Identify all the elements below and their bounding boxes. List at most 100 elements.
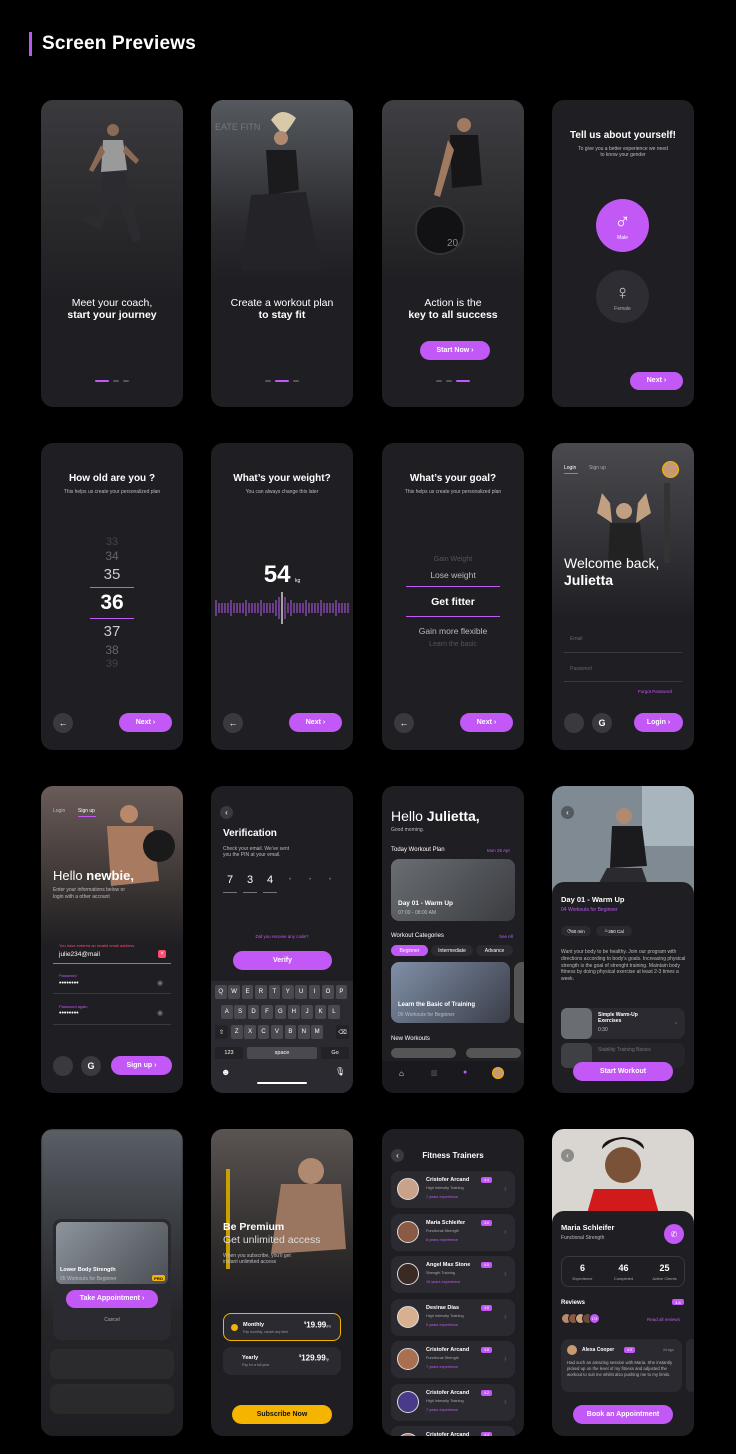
back-button[interactable]: ‹: [561, 1149, 574, 1162]
key-d[interactable]: D: [247, 1005, 260, 1019]
trainer-card[interactable]: Cristofer Arcand 4.2 High Intensity Traini…: [391, 1383, 515, 1421]
tab-beginner[interactable]: Beginner: [391, 945, 428, 956]
login-button[interactable]: Login ›: [634, 713, 683, 732]
key-g[interactable]: G: [274, 1005, 287, 1019]
key-m[interactable]: M: [311, 1025, 323, 1039]
avatar[interactable]: [662, 461, 679, 478]
next-button[interactable]: Next ›: [460, 713, 513, 732]
start-workout-button[interactable]: Start Workout: [573, 1062, 673, 1081]
google-login-button[interactable]: G: [592, 713, 612, 733]
subscribe-button[interactable]: Subscribe Now: [232, 1405, 332, 1424]
eye-icon[interactable]: ◉: [157, 979, 163, 987]
apple-login-button[interactable]: [564, 713, 584, 733]
trainer-card[interactable]: Maria Schleifer 4.6 Functional Strength 6 y…: [391, 1213, 515, 1251]
key-r[interactable]: R: [255, 985, 267, 999]
password-field[interactable]: Password: [570, 666, 592, 672]
back-button[interactable]: ←: [53, 713, 73, 733]
key-v[interactable]: V: [271, 1025, 283, 1039]
key-x[interactable]: X: [244, 1025, 256, 1039]
key-j[interactable]: J: [301, 1005, 313, 1019]
key-p[interactable]: P: [335, 985, 348, 999]
key-space[interactable]: space: [247, 1047, 317, 1059]
next-button[interactable]: Next ›: [119, 713, 172, 732]
forgot-password-link[interactable]: Forgot Password: [638, 689, 672, 694]
profile-avatar[interactable]: [492, 1067, 504, 1079]
pin-digit[interactable]: 3: [243, 874, 257, 886]
password-again-input[interactable]: ••••••••: [59, 1010, 79, 1017]
backspace-key-icon[interactable]: ⌫: [336, 1025, 349, 1039]
next-button[interactable]: Next ›: [289, 713, 342, 732]
workout-card[interactable]: Lower Body Strength 05 Workouts for Begi…: [56, 1222, 168, 1284]
trainer-card[interactable]: Desirae Dias 4.8 High Intensity Training 5 …: [391, 1298, 515, 1336]
tab-signup[interactable]: Sign up: [78, 808, 95, 814]
email-input[interactable]: julie234@mail: [59, 951, 100, 958]
read-all-reviews-link[interactable]: Read all reviews: [647, 1317, 680, 1322]
back-button[interactable]: ‹: [220, 806, 233, 819]
category-card[interactable]: Learn the Basic of Training 06 Workouts …: [391, 962, 510, 1023]
pin-digit[interactable]: •: [283, 877, 297, 883]
male-option[interactable]: ♂ Male: [596, 199, 649, 252]
pin-input[interactable]: 7 3 4 • • •: [223, 874, 343, 894]
age-option[interactable]: 39: [41, 658, 183, 670]
tab-login[interactable]: Login: [564, 465, 576, 471]
goal-option[interactable]: Learn the basic: [382, 641, 524, 648]
back-button[interactable]: ←: [223, 713, 243, 733]
microphone-icon[interactable]: 🎙: [335, 1067, 345, 1076]
goal-selected[interactable]: Get fitter: [382, 596, 524, 608]
pin-digit[interactable]: 4: [263, 874, 277, 886]
key-a[interactable]: A: [221, 1005, 233, 1019]
age-option[interactable]: 37: [41, 623, 183, 640]
signup-button[interactable]: Sign up ›: [111, 1056, 172, 1075]
trainer-card[interactable]: Cristofer Arcand 4.8 Functional Strength 7 …: [391, 1341, 515, 1378]
email-field[interactable]: Email: [570, 636, 583, 642]
tab-signup[interactable]: Sign up: [589, 465, 606, 471]
key-numbers[interactable]: 123: [215, 1047, 243, 1059]
goal-option[interactable]: Gain Weight: [382, 556, 524, 563]
eye-icon[interactable]: ◉: [157, 1009, 163, 1017]
key-n[interactable]: N: [298, 1025, 310, 1039]
stats-icon[interactable]: ▥: [431, 1069, 438, 1077]
key-go[interactable]: Go: [321, 1047, 349, 1059]
tab-login[interactable]: Login: [53, 808, 65, 814]
goal-option[interactable]: Lose weight: [382, 570, 524, 580]
key-o[interactable]: O: [322, 985, 334, 999]
key-q[interactable]: Q: [215, 985, 227, 999]
call-button[interactable]: ✆: [664, 1224, 684, 1244]
radio-selected[interactable]: [231, 1324, 238, 1331]
goal-option[interactable]: Gain more flexible: [382, 626, 524, 636]
age-selected[interactable]: 36: [41, 591, 183, 615]
next-button[interactable]: Next ›: [630, 372, 683, 390]
plan-option-monthly[interactable]: Monthly Pay monthly, cancel any time $19…: [223, 1313, 341, 1341]
trainer-card[interactable]: Angel Max Stone 4.5 Strength Training 10 ye…: [391, 1256, 515, 1293]
back-button[interactable]: ‹: [561, 806, 574, 819]
weight-ruler-slider[interactable]: [215, 590, 349, 626]
age-option[interactable]: 38: [41, 643, 183, 657]
age-option[interactable]: 33: [41, 536, 183, 548]
clear-error-icon[interactable]: ×: [158, 950, 166, 958]
back-button[interactable]: ←: [394, 713, 414, 733]
key-k[interactable]: K: [314, 1005, 327, 1019]
key-y[interactable]: Y: [282, 985, 294, 999]
key-l[interactable]: L: [328, 1005, 340, 1019]
age-option[interactable]: 34: [41, 549, 183, 563]
shift-key-icon[interactable]: ⇧: [215, 1025, 228, 1039]
pin-digit[interactable]: •: [323, 877, 337, 883]
age-option[interactable]: 35: [41, 566, 183, 583]
home-icon[interactable]: ⌂: [399, 1069, 404, 1078]
tab-advance[interactable]: Advance: [476, 945, 513, 956]
workout-plan-card[interactable]: Day 01 - Warm Up 07:00 - 08:00 AM: [391, 859, 515, 921]
password-input[interactable]: ••••••••: [59, 980, 79, 987]
category-card-next[interactable]: [514, 962, 524, 1023]
trainer-icon[interactable]: ●: [463, 1069, 467, 1076]
apple-login-button[interactable]: [53, 1056, 73, 1076]
key-f[interactable]: F: [261, 1005, 273, 1019]
key-u[interactable]: U: [295, 985, 307, 999]
emoji-icon[interactable]: ☻: [221, 1067, 230, 1077]
key-z[interactable]: Z: [231, 1025, 243, 1039]
cancel-button[interactable]: Cancel: [53, 1317, 171, 1323]
key-i[interactable]: I: [308, 985, 321, 999]
resend-code-link[interactable]: Did you receive any code?: [211, 934, 353, 939]
plan-option-yearly[interactable]: Yearly Pay for a full year $129.99/y: [223, 1347, 341, 1375]
pin-digit[interactable]: •: [303, 877, 317, 883]
take-appointment-button[interactable]: Take Appointment ›: [66, 1290, 158, 1308]
